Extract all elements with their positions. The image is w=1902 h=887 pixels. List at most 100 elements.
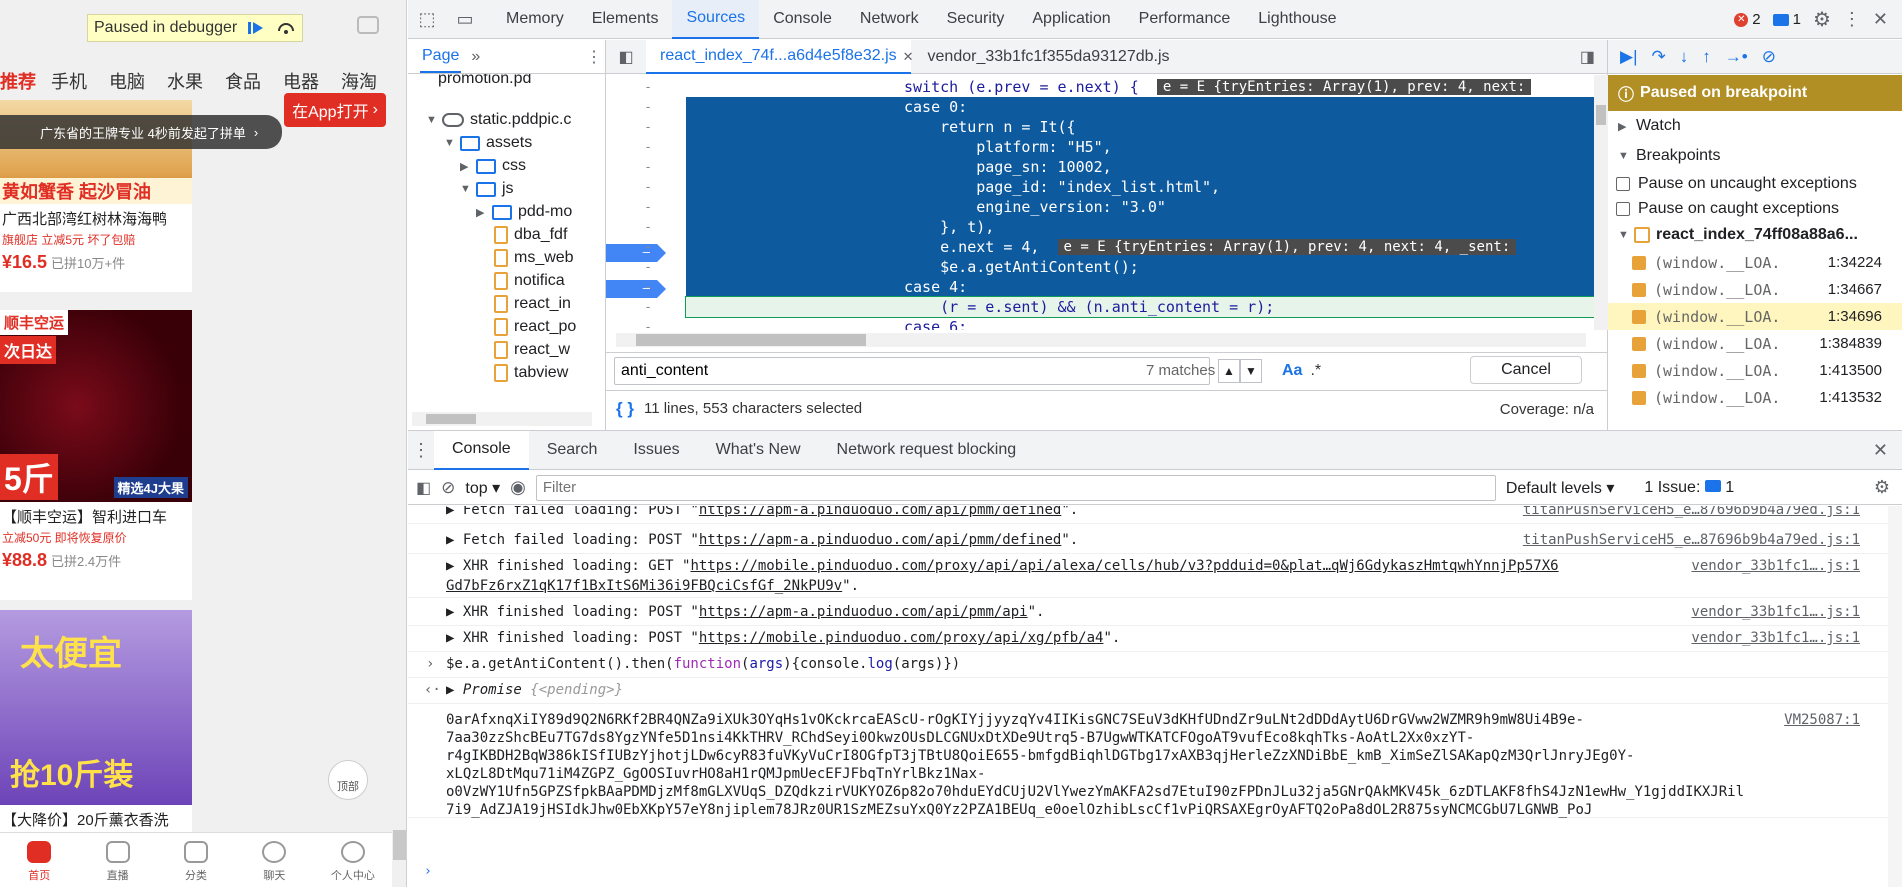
request-url-link[interactable]: https://apm-a.pinduoduo.com/api/pmm/defi… [699, 532, 1061, 548]
request-url-link[interactable]: https://mobile.pinduoduo.com/proxy/api/a… [690, 558, 1558, 574]
drawer-tab-search[interactable]: Search [529, 431, 616, 470]
editor-hscrollbar[interactable] [616, 333, 1586, 347]
sidebar-toggle-icon[interactable]: ◧ [416, 478, 431, 498]
settings-gear-icon[interactable]: ⚙ [1813, 7, 1831, 32]
request-url-link[interactable]: https://apm-a.pinduoduo.com/api/pmm/api [699, 604, 1028, 620]
console-scrollbar[interactable] [1888, 506, 1902, 887]
gutter-marker[interactable]: - [606, 100, 674, 115]
navigator-hscrollbar[interactable] [412, 412, 592, 426]
drawer-menu-icon[interactable]: ⋮ [408, 440, 434, 461]
checkbox[interactable] [1632, 282, 1646, 297]
nav-chat[interactable]: 聊天 [235, 833, 313, 887]
gutter-marker[interactable]: - [606, 240, 674, 255]
watch-section[interactable]: ▶ Watch [1608, 111, 1902, 141]
inspect-element-icon[interactable]: ⬚ [408, 0, 446, 39]
expand-arrow-icon[interactable]: ▶ [446, 506, 463, 518]
breakpoint-file[interactable]: ▼ react_index_74ff08a88a6... [1608, 221, 1902, 249]
context-selector[interactable]: top ▾ [465, 478, 500, 498]
tab-performance[interactable]: Performance [1125, 0, 1245, 39]
code-view[interactable]: – – - switch (e.prev = e.next) { e = E {t… [606, 75, 1608, 330]
nav-category[interactable]: 分类 [157, 833, 235, 887]
gutter-marker[interactable]: - [606, 200, 674, 215]
request-url-link[interactable]: https://mobile.pinduoduo.com/proxy/api/x… [699, 630, 1104, 646]
gutter-marker[interactable]: - [606, 80, 674, 95]
checkbox[interactable] [1632, 336, 1646, 351]
expand-arrow-icon[interactable]: ▶ [446, 682, 463, 698]
breakpoint-item[interactable]: (window.__LOA... 1:384839 [1608, 330, 1902, 357]
device-toolbar-icon[interactable]: ▭ [446, 0, 484, 39]
file-tab[interactable]: vendor_33b1fc1f355da93127db.js [914, 40, 1184, 74]
back-to-top-button[interactable]: 顶部 [328, 760, 368, 800]
navigator-tab-page[interactable]: Page [420, 41, 462, 73]
step-over-icon[interactable] [275, 17, 297, 39]
checkbox[interactable] [1632, 255, 1646, 270]
file-tab-active[interactable]: react_index_74f...a6d4e5f8e32.js [646, 39, 911, 74]
pause-caught-checkbox[interactable]: Pause on caught exceptions [1608, 196, 1902, 221]
drawer-tab-whats-new[interactable]: What's New [698, 431, 819, 470]
category-tab[interactable]: 水果 [156, 62, 214, 94]
expand-arrow-icon[interactable]: ▶ [446, 558, 463, 574]
tab-lighthouse[interactable]: Lighthouse [1244, 0, 1350, 39]
source-link[interactable]: titanPushServiceH5_e…87696b9b4a79ed.js:1 [1523, 506, 1860, 518]
source-link[interactable]: titanPushServiceH5_e…87696b9b4a79ed.js:1 [1523, 532, 1860, 548]
issues-button[interactable]: 1 Issue: 1 [1644, 479, 1734, 497]
breakpoints-section[interactable]: ▼ Breakpoints [1608, 141, 1902, 171]
expand-arrow-icon[interactable]: ▶ [446, 604, 463, 620]
open-in-app-button[interactable]: 在App打开 › [284, 93, 386, 127]
source-link[interactable]: vendor_33b1fc1….js:1 [1691, 558, 1860, 574]
checkbox[interactable] [1616, 201, 1630, 216]
console-output[interactable]: ▶ Fetch failed loading: POST "https://ap… [408, 506, 1902, 887]
cancel-search-button[interactable]: Cancel [1470, 356, 1582, 384]
toggle-navigator-icon[interactable]: ◧ [606, 47, 646, 67]
console-settings-gear-icon[interactable]: ⚙ [1874, 477, 1890, 498]
close-drawer-icon[interactable]: ✕ [1873, 440, 1888, 461]
gutter-marker[interactable]: - [606, 220, 674, 235]
resume-icon[interactable] [245, 17, 267, 39]
step-out-icon[interactable]: ↑ [1702, 47, 1711, 67]
checkbox[interactable] [1632, 309, 1646, 324]
message-count-badge[interactable]: 1 [1772, 11, 1801, 28]
find-input[interactable] [614, 356, 1210, 385]
more-options-icon[interactable]: ⋮ [586, 47, 602, 67]
gutter-marker[interactable]: - [606, 260, 674, 275]
tree-item[interactable]: promotion.pd [438, 74, 531, 88]
gutter-marker[interactable]: - [606, 160, 674, 175]
gutter-marker[interactable]: - [606, 300, 674, 315]
clear-console-icon[interactable]: ⊘ [441, 478, 455, 498]
tab-application[interactable]: Application [1018, 0, 1124, 39]
gutter-marker[interactable]: - [606, 180, 674, 195]
resume-icon[interactable]: ▶| [1620, 47, 1638, 67]
log-levels-dropdown[interactable]: Default levels ▾ [1506, 478, 1615, 498]
category-tab[interactable]: 海淘 [330, 62, 388, 94]
breakpoint-item[interactable]: (window.__LOA... 1:34667 [1608, 276, 1902, 303]
group-buy-notice[interactable]: 广东省的王牌专业 4秒前发起了拼单 › [0, 115, 282, 149]
step-over-icon[interactable]: ↷ [1652, 47, 1666, 67]
live-expression-eye-icon[interactable]: ◉ [510, 477, 526, 498]
page-scrollbar[interactable] [393, 830, 406, 860]
gutter-marker[interactable]: - [606, 140, 674, 155]
error-count-badge[interactable]: ✕ 2 [1734, 11, 1761, 28]
gutter-marker[interactable]: - [606, 320, 674, 331]
request-url-link[interactable]: https://apm-a.pinduoduo.com/api/pmm/defi… [699, 506, 1061, 518]
checkbox[interactable] [1632, 390, 1646, 405]
source-link[interactable]: vendor_33b1fc1….js:1 [1691, 604, 1860, 620]
expand-arrow-icon[interactable]: ▶ [446, 630, 463, 646]
nav-profile[interactable]: 个人中心 [314, 833, 392, 887]
pause-uncaught-checkbox[interactable]: Pause on uncaught exceptions [1608, 171, 1902, 196]
gutter-marker[interactable]: - [606, 280, 674, 295]
deactivate-breakpoints-icon[interactable]: ⊘ [1762, 47, 1776, 67]
tab-sources[interactable]: Sources [672, 0, 760, 39]
nav-home[interactable]: 首页 [0, 833, 78, 887]
more-tabs-chevron-icon[interactable]: » [471, 48, 480, 66]
tree-item[interactable]: tabview [494, 360, 594, 386]
close-icon[interactable]: ✕ [1873, 9, 1888, 30]
product-card[interactable]: 太便宜 抢10斤装 【大降价】20斤薰衣香洗 [0, 610, 192, 835]
previous-match-icon[interactable]: ▲ [1218, 358, 1240, 383]
breakpoint-item[interactable]: (window.__LOA... 1:413500 [1608, 357, 1902, 384]
category-tab[interactable]: 食品 [214, 62, 272, 94]
breakpoint-item[interactable]: (window.__LOA... 1:413532 [1608, 384, 1902, 411]
match-case-toggle[interactable]: Aa [1282, 362, 1302, 380]
nav-live[interactable]: 直播 [78, 833, 156, 887]
breakpoint-item[interactable]: (window.__LOA... 1:34224 [1608, 249, 1902, 276]
tab-elements[interactable]: Elements [578, 0, 673, 39]
